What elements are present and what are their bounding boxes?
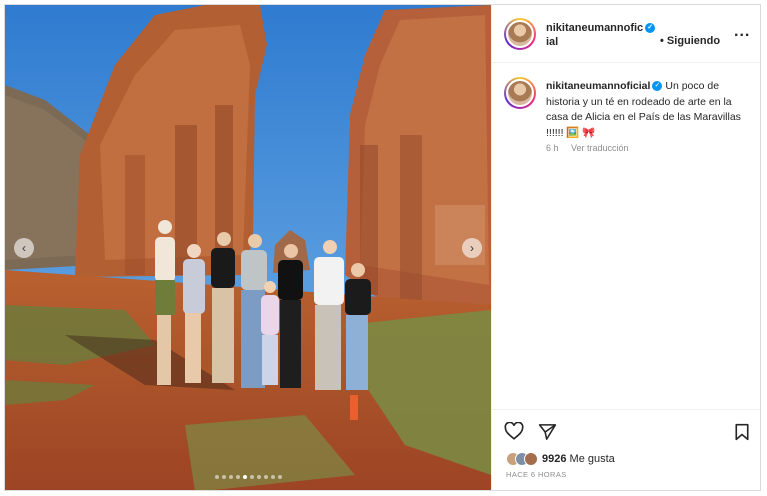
post-time: 6 h: [546, 143, 559, 153]
post-side-panel: nikitaneumannofic ✓ ial • Siguiendo ... n…: [491, 5, 760, 490]
carousel-dot: [235, 475, 240, 479]
instagram-post-embed: ‹ › nikitaneumannofic✓ ial • Siguiendo: [4, 4, 761, 491]
carousel-dot: [277, 475, 282, 479]
actions-bar: 9926 Me gusta HACE 6 HORAS: [492, 409, 760, 490]
heart-icon[interactable]: [504, 422, 524, 440]
username-line1[interactable]: nikitaneumannofic: [546, 22, 643, 34]
caption-meta: 6 h Ver traducción: [546, 143, 639, 153]
username-line2[interactable]: ial: [546, 36, 558, 48]
post-photo[interactable]: ‹ ›: [5, 5, 491, 490]
verified-badge-icon: ✓: [645, 23, 656, 34]
carousel-dot: [214, 475, 219, 479]
carousel-dot: [249, 475, 254, 479]
following-button[interactable]: • Siguiendo: [660, 35, 720, 47]
follow-separator: •: [660, 35, 664, 47]
bookmark-icon[interactable]: [734, 423, 750, 441]
send-icon[interactable]: [538, 423, 557, 441]
post-header: nikitaneumannofic ✓ ial • Siguiendo ...: [492, 5, 760, 63]
carousel-dots: [5, 475, 491, 479]
carousel-dot: [263, 475, 268, 479]
following-label[interactable]: Siguiendo: [667, 35, 720, 47]
caption-text: nikitaneumannoficial ✓ Un poco de histori…: [546, 79, 746, 141]
liker-avatar: [524, 452, 538, 466]
carousel-dot: [256, 475, 261, 479]
carousel-dot: [270, 475, 275, 479]
more-options-icon[interactable]: ...: [734, 24, 750, 40]
carousel-dot: [221, 475, 226, 479]
verified-badge-icon: ✓: [652, 81, 663, 92]
chevron-right-icon[interactable]: ›: [462, 238, 482, 258]
carousel-dot-active: [242, 475, 247, 479]
avatar[interactable]: [504, 18, 536, 50]
chevron-left-icon[interactable]: ‹: [14, 238, 34, 258]
avatar[interactable]: [504, 77, 536, 109]
username-link[interactable]: nikitaneumannofic ✓ ial: [546, 21, 656, 49]
carousel-dot: [228, 475, 233, 479]
likes-count[interactable]: 9926 Me gusta: [542, 453, 615, 465]
caption-username[interactable]: nikitaneumannoficial: [546, 80, 650, 92]
posted-ago: HACE 6 HORAS: [506, 470, 567, 479]
see-translation-link[interactable]: Ver traducción: [571, 143, 629, 153]
likes-summary[interactable]: 9926 Me gusta: [506, 452, 615, 466]
ruins-photo-illustration: [5, 5, 491, 490]
